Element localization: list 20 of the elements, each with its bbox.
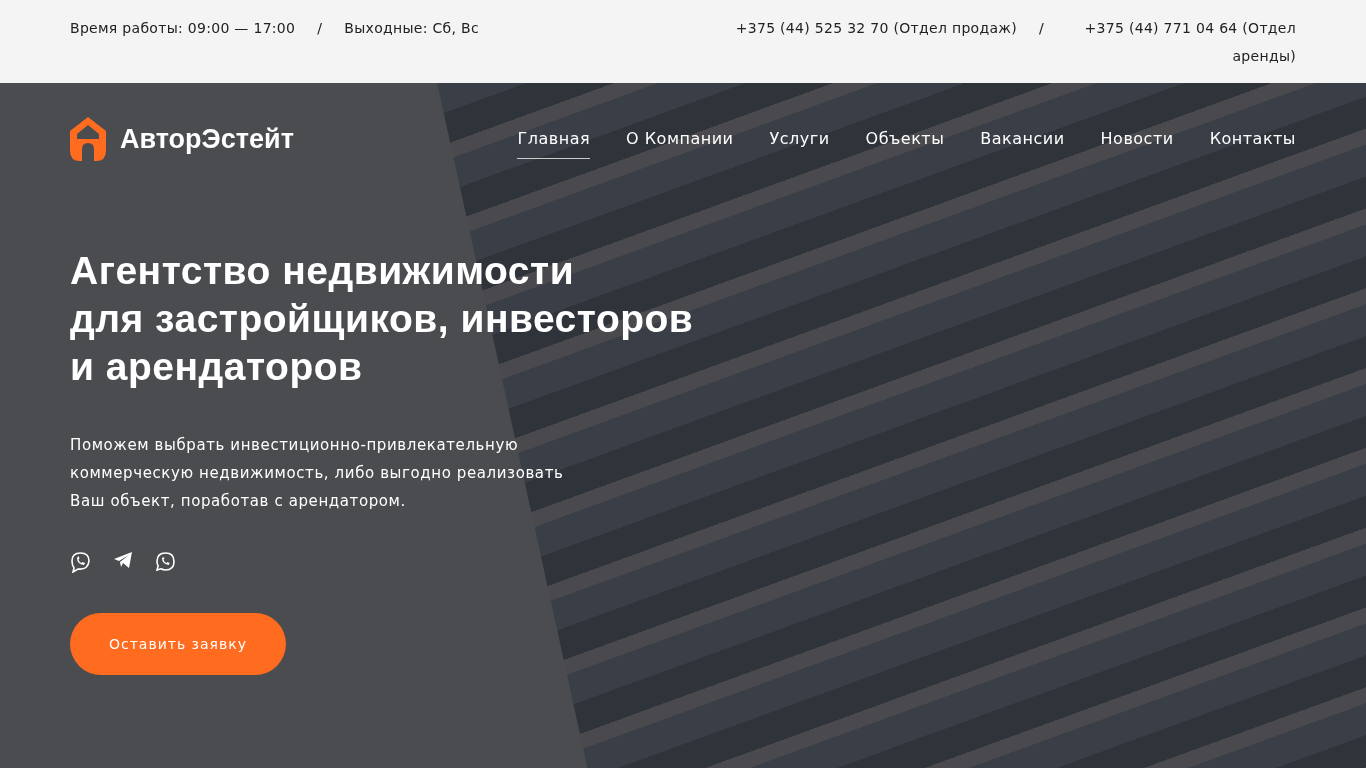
logo-text[interactable]: АвторЭстейт xyxy=(120,123,294,155)
hero-description: Поможем выбрать инвестиционно-привлекательную коммерческую недвижимость, либо выгодно реализовать Ваш объект, поработав с арендатором. xyxy=(70,435,565,512)
separator: / xyxy=(317,19,323,38)
house-logo-icon[interactable] xyxy=(70,117,106,161)
nav-link[interactable]: Новости xyxy=(1100,119,1174,159)
phone-link[interactable]: +375 (44) 525 32 70 (Отдел продаж) xyxy=(735,14,1017,70)
nav-link[interactable]: Главная xyxy=(517,119,591,159)
weekend-days: Выходные: Сб, Вс xyxy=(344,14,479,42)
nav-link[interactable]: Услуги xyxy=(769,119,830,159)
nav-link[interactable]: О Компании xyxy=(626,119,734,159)
nav-link[interactable]: Вакансии xyxy=(980,119,1065,159)
separator: / xyxy=(1038,19,1044,38)
nav-link[interactable]: Контакты xyxy=(1209,119,1296,159)
telegram-icon[interactable] xyxy=(113,551,133,569)
working-hours: Время работы: 09:00 — 17:00 xyxy=(70,19,296,38)
whatsapp-icon[interactable] xyxy=(155,551,176,572)
phone-link[interactable]: +375 (44) 771 04 64 (Отдел аренды) xyxy=(1066,14,1296,70)
hero-title: Агентство недвижимости для застройщиков, инвесторов и арендаторов xyxy=(70,248,695,390)
viber-icon[interactable] xyxy=(70,551,91,573)
nav-link[interactable]: Объекты xyxy=(865,119,945,159)
